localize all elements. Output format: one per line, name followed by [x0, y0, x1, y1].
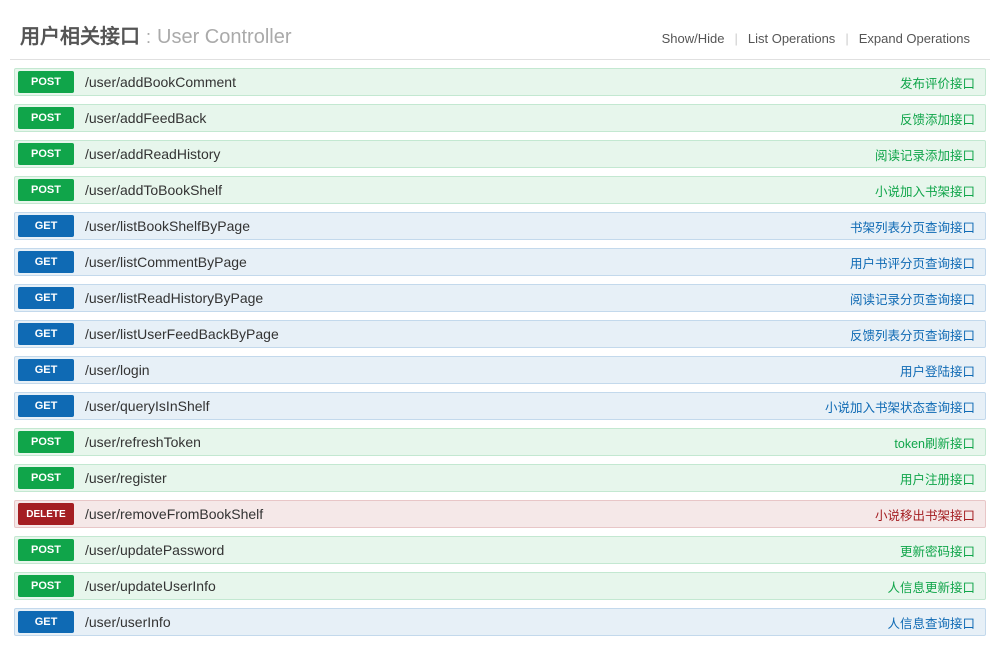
endpoint-desc[interactable]: 用户登陆接口: [900, 361, 975, 380]
endpoint-row[interactable]: GET/user/userInfo 人信息查询接口: [14, 608, 986, 636]
endpoint-path[interactable]: /user/refreshToken: [85, 434, 201, 450]
endpoint-path[interactable]: /user/addBookComment: [85, 74, 236, 90]
endpoint-desc[interactable]: 阅读记录分页查询接口: [850, 289, 975, 308]
method-badge[interactable]: POST: [18, 467, 74, 489]
endpoint-desc[interactable]: 发布评价接口: [900, 73, 975, 92]
endpoint-row[interactable]: POST/user/addReadHistory 阅读记录添加接口: [14, 140, 986, 168]
section-ops: Show/Hide | List Operations | Expand Ope…: [652, 31, 980, 46]
endpoint-desc[interactable]: 小说加入书架状态查询接口: [825, 397, 975, 416]
endpoint-path[interactable]: /user/queryIsInShelf: [85, 398, 210, 414]
endpoint-desc[interactable]: 反馈列表分页查询接口: [850, 325, 975, 344]
endpoint-row[interactable]: POST/user/refreshToken token刷新接口: [14, 428, 986, 456]
endpoint-row[interactable]: POST/user/addToBookShelf 小说加入书架接口: [14, 176, 986, 204]
endpoint-path[interactable]: /user/removeFromBookShelf: [85, 506, 263, 522]
section-title-sep: :: [146, 27, 151, 48]
endpoint-path[interactable]: /user/updateUserInfo: [85, 578, 216, 594]
endpoint-desc[interactable]: 人信息查询接口: [887, 613, 975, 632]
endpoint-path[interactable]: /user/listCommentByPage: [85, 254, 247, 270]
endpoint-row[interactable]: POST/user/addFeedBack 反馈添加接口: [14, 104, 986, 132]
method-badge[interactable]: GET: [18, 395, 74, 417]
endpoint-desc[interactable]: 更新密码接口: [900, 541, 975, 560]
endpoint-row[interactable]: GET/user/queryIsInShelf 小说加入书架状态查询接口: [14, 392, 986, 420]
section-header: 用户相关接口 : User Controller Show/Hide | Lis…: [10, 15, 990, 60]
endpoint-row[interactable]: POST/user/addBookComment 发布评价接口: [14, 68, 986, 96]
endpoint-row[interactable]: GET/user/listCommentByPage 用户书评分页查询接口: [14, 248, 986, 276]
method-badge[interactable]: POST: [18, 575, 74, 597]
endpoint-desc[interactable]: 用户注册接口: [900, 469, 975, 488]
endpoint-row[interactable]: GET/user/listReadHistoryByPage 阅读记录分页查询接口: [14, 284, 986, 312]
method-badge[interactable]: POST: [18, 71, 74, 93]
endpoint-row[interactable]: POST/user/updateUserInfo 人信息更新接口: [14, 572, 986, 600]
endpoint-path[interactable]: /user/updatePassword: [85, 542, 224, 558]
endpoint-path[interactable]: /user/addToBookShelf: [85, 182, 222, 198]
section-title[interactable]: 用户相关接口 : User Controller: [20, 20, 292, 49]
endpoint-row[interactable]: GET/user/login 用户登陆接口: [14, 356, 986, 384]
endpoint-path[interactable]: /user/listReadHistoryByPage: [85, 290, 263, 306]
method-badge[interactable]: POST: [18, 107, 74, 129]
endpoint-desc[interactable]: 反馈添加接口: [900, 109, 975, 128]
method-badge[interactable]: GET: [18, 359, 74, 381]
endpoint-row[interactable]: GET/user/listBookShelfByPage 书架列表分页查询接口: [14, 212, 986, 240]
endpoint-desc[interactable]: token刷新接口: [894, 433, 975, 452]
endpoint-path[interactable]: /user/userInfo: [85, 614, 171, 630]
endpoint-desc[interactable]: 小说加入书架接口: [875, 181, 975, 200]
endpoint-desc[interactable]: 小说移出书架接口: [875, 505, 975, 524]
method-badge[interactable]: POST: [18, 179, 74, 201]
endpoint-list: POST/user/addBookComment发布评价接口POST/user/…: [10, 68, 990, 636]
endpoint-desc[interactable]: 书架列表分页查询接口: [850, 217, 975, 236]
op-show-hide[interactable]: Show/Hide: [652, 31, 735, 46]
method-badge[interactable]: POST: [18, 431, 74, 453]
endpoint-path[interactable]: /user/listBookShelfByPage: [85, 218, 250, 234]
endpoint-path[interactable]: /user/addFeedBack: [85, 110, 206, 126]
method-badge[interactable]: POST: [18, 143, 74, 165]
endpoint-desc[interactable]: 阅读记录添加接口: [875, 145, 975, 164]
endpoint-row[interactable]: POST/user/updatePassword 更新密码接口: [14, 536, 986, 564]
endpoint-path[interactable]: /user/addReadHistory: [85, 146, 220, 162]
method-badge[interactable]: GET: [18, 251, 74, 273]
section-title-cn: 用户相关接口: [20, 20, 140, 49]
endpoint-desc[interactable]: 用户书评分页查询接口: [850, 253, 975, 272]
method-badge[interactable]: GET: [18, 611, 74, 633]
endpoint-row[interactable]: POST/user/register 用户注册接口: [14, 464, 986, 492]
endpoint-row[interactable]: DELETE/user/removeFromBookShelf 小说移出书架接口: [14, 500, 986, 528]
method-badge[interactable]: DELETE: [18, 503, 74, 525]
endpoint-path[interactable]: /user/listUserFeedBackByPage: [85, 326, 279, 342]
section-title-en: User Controller: [157, 26, 291, 49]
method-badge[interactable]: GET: [18, 215, 74, 237]
endpoint-row[interactable]: GET/user/listUserFeedBackByPage 反馈列表分页查询接…: [14, 320, 986, 348]
method-badge[interactable]: GET: [18, 287, 74, 309]
endpoint-path[interactable]: /user/login: [85, 362, 150, 378]
method-badge[interactable]: GET: [18, 323, 74, 345]
endpoint-path[interactable]: /user/register: [85, 470, 167, 486]
method-badge[interactable]: POST: [18, 539, 74, 561]
endpoint-desc[interactable]: 人信息更新接口: [887, 577, 975, 596]
op-expand[interactable]: Expand Operations: [849, 31, 980, 46]
op-list[interactable]: List Operations: [738, 31, 845, 46]
